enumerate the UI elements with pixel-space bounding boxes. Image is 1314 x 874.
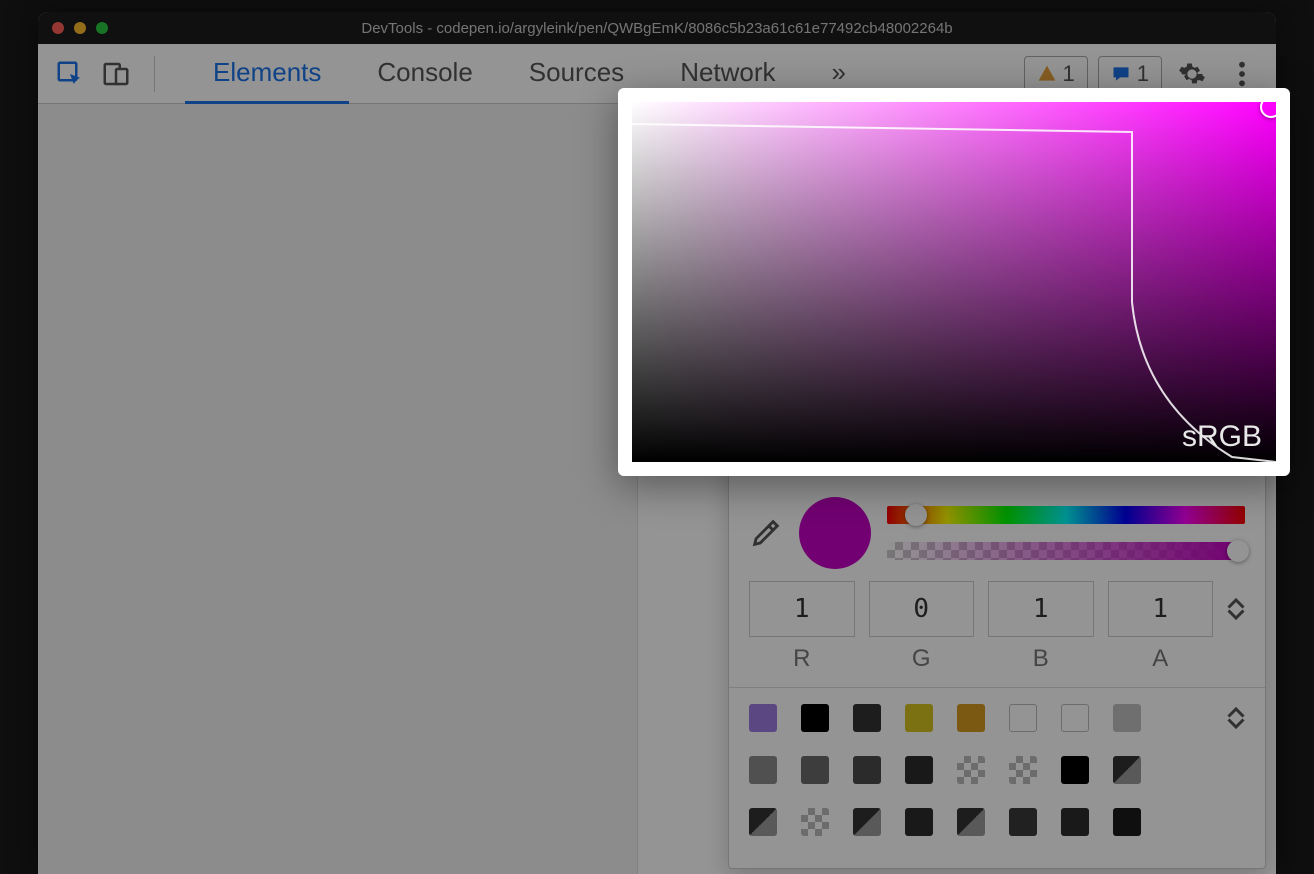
gamut-line [632,102,1276,462]
color-field-handle[interactable] [1260,102,1276,118]
color-field[interactable]: sRGB [632,102,1276,462]
color-field-popover: sRGB [618,88,1290,476]
gamut-label: sRGB [1182,420,1262,454]
